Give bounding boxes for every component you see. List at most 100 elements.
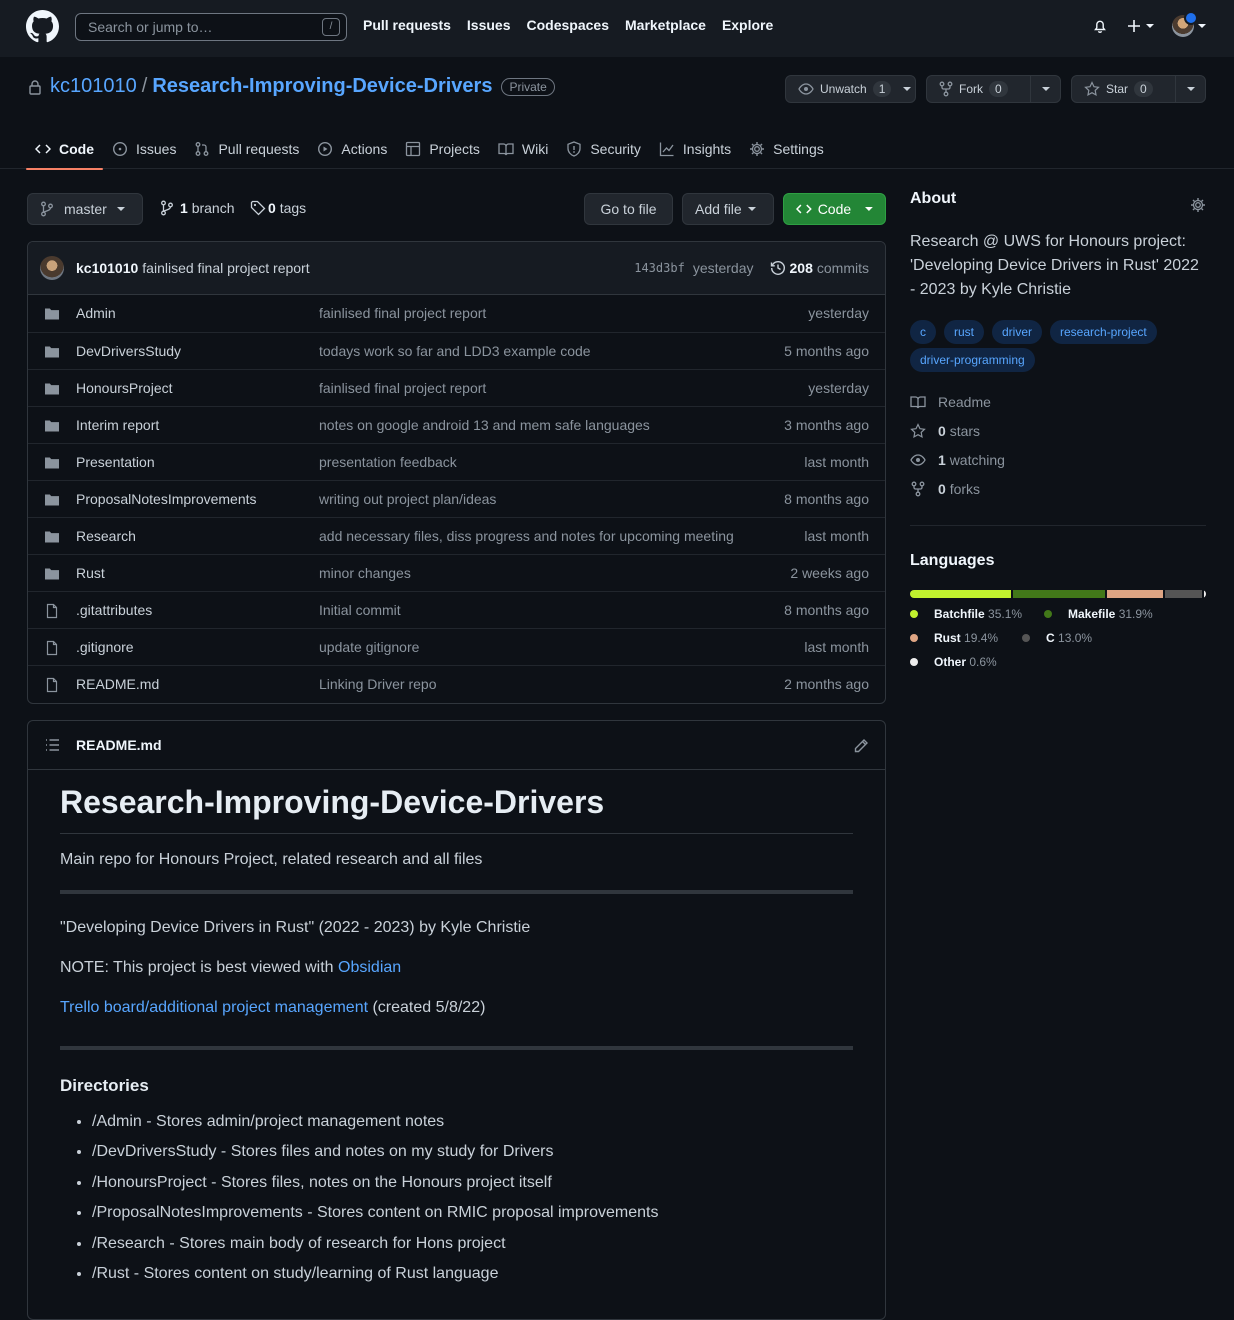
readme-link[interactable]: Readme — [910, 394, 991, 410]
unwatch-button[interactable]: Unwatch 1 — [785, 75, 916, 103]
add-file-button[interactable]: Add file — [682, 193, 774, 225]
github-logo-icon[interactable] — [26, 10, 59, 43]
topic-tag[interactable]: driver — [992, 320, 1043, 344]
file-commit-message[interactable]: fainlised final project report — [319, 305, 486, 321]
file-row[interactable]: ProposalNotesImprovements writing out pro… — [28, 480, 885, 517]
file-commit-message[interactable]: Linking Driver repo — [319, 676, 437, 692]
nav-codespaces[interactable]: Codespaces — [527, 17, 609, 33]
forks-link[interactable]: 0 forks — [910, 481, 980, 497]
folder-icon — [44, 566, 60, 582]
nav-issues[interactable]: Issues — [467, 17, 511, 33]
language-item[interactable]: Other 0.6% — [910, 655, 997, 669]
file-name-link[interactable]: Admin — [76, 305, 116, 321]
commit-history-link[interactable]: 208 commits — [770, 260, 869, 276]
topic-tag[interactable]: research-project — [1050, 320, 1157, 344]
tab-insights[interactable]: Insights — [650, 129, 740, 169]
commit-message[interactable]: fainlised final project report — [142, 260, 309, 276]
language-item[interactable]: C 13.0% — [1022, 631, 1092, 645]
code-download-button[interactable]: Code — [783, 193, 886, 225]
stars-link[interactable]: 0 stars — [910, 423, 980, 439]
user-menu-button[interactable] — [1172, 11, 1206, 37]
branches-link[interactable]: 1 branch — [160, 200, 235, 216]
file-row[interactable]: Presentation presentation feedback last mo… — [28, 443, 885, 480]
star-button[interactable]: Star 0 — [1071, 75, 1206, 103]
file-row[interactable]: HonoursProject fainlised final project re… — [28, 369, 885, 406]
file-name-link[interactable]: .gitattributes — [76, 602, 152, 618]
pencil-icon[interactable] — [853, 738, 869, 754]
tab-code[interactable]: Code — [26, 129, 103, 170]
file-commit-message[interactable]: Initial commit — [319, 602, 401, 618]
language-item[interactable]: Batchfile 35.1% — [910, 607, 1022, 621]
directories-list: /Admin - Stores admin/project management… — [60, 1110, 853, 1292]
language-item[interactable]: Makefile 31.9% — [1044, 607, 1153, 621]
tab-wiki[interactable]: Wiki — [489, 129, 557, 169]
tab-actions[interactable]: Actions — [308, 129, 396, 169]
file-name-link[interactable]: Presentation — [76, 454, 155, 470]
file-name-link[interactable]: Interim report — [76, 417, 159, 433]
commit-author[interactable]: kc101010 — [76, 260, 138, 276]
fork-button[interactable]: Fork 0 — [926, 75, 1061, 103]
go-to-file-button[interactable]: Go to file — [584, 193, 673, 225]
file-name-link[interactable]: README.md — [76, 676, 159, 692]
tab-pull-requests[interactable]: Pull requests — [185, 129, 308, 169]
avatar[interactable] — [40, 256, 64, 280]
file-row[interactable]: Admin fainlised final project report yeste… — [28, 295, 885, 332]
file-name-link[interactable]: DevDriversStudy — [76, 343, 181, 359]
branch-count: 1 — [180, 200, 188, 216]
file-commit-message[interactable]: fainlised final project report — [319, 380, 486, 396]
tab-security[interactable]: Security — [557, 129, 650, 169]
tab-label: Security — [590, 141, 641, 157]
trello-link[interactable]: Trello board/additional project manageme… — [60, 999, 368, 1016]
file-commit-message[interactable]: update gitignore — [319, 639, 419, 655]
file-commit-message[interactable]: minor changes — [319, 565, 411, 581]
topic-tag[interactable]: rust — [944, 320, 985, 344]
file-commit-message[interactable]: todays work so far and LDD3 example code — [319, 343, 591, 359]
commit-sha[interactable]: 143d3bf — [634, 261, 685, 275]
watching-link[interactable]: 1 watching — [910, 452, 1005, 468]
header-actions — [1092, 11, 1206, 37]
file-commit-message[interactable]: notes on google android 13 and mem safe … — [319, 417, 650, 433]
tab-projects[interactable]: Projects — [396, 129, 489, 169]
file-name-link[interactable]: Rust — [76, 565, 105, 581]
repo-name-link[interactable]: Research-Improving-Device-Drivers — [152, 75, 492, 98]
file-name-link[interactable]: Research — [76, 528, 136, 544]
branch-select-button[interactable]: master — [27, 193, 143, 225]
file-row[interactable]: Research add necessary files, diss progre… — [28, 517, 885, 554]
readme-panel: README.md Research-Improving-Device-Driv… — [27, 720, 886, 1320]
file-name-link[interactable]: .gitignore — [76, 639, 134, 655]
bell-icon[interactable] — [1092, 18, 1108, 34]
topic-tag[interactable]: driver-programming — [910, 348, 1035, 372]
file-row[interactable]: Interim report notes on google android 13… — [28, 406, 885, 443]
nav-pull-requests[interactable]: Pull requests — [363, 17, 451, 33]
file-row[interactable]: DevDriversStudy todays work so far and LD… — [28, 332, 885, 369]
file-name-link[interactable]: HonoursProject — [76, 380, 173, 396]
topic-tag[interactable]: c — [910, 320, 936, 344]
file-row[interactable]: .gitignore update gitignore last month — [28, 628, 885, 665]
commit-count-label: commits — [816, 260, 869, 276]
fork-dropdown[interactable] — [1030, 76, 1060, 102]
create-new-button[interactable] — [1126, 18, 1154, 34]
repo-owner-link[interactable]: kc101010 — [50, 75, 137, 98]
gear-icon[interactable] — [1190, 197, 1206, 213]
file-name-link[interactable]: ProposalNotesImprovements — [76, 491, 257, 507]
file-toolbar: master 1 branch 0 tags Go to file Add fi… — [27, 193, 886, 225]
file-commit-message[interactable]: add necessary files, diss progress and n… — [319, 528, 734, 544]
caret-down-icon[interactable] — [903, 85, 912, 93]
readme-filename[interactable]: README.md — [76, 737, 162, 753]
file-commit-message[interactable]: writing out project plan/ideas — [319, 491, 496, 507]
list-icon[interactable] — [44, 737, 60, 753]
watching-label: watching — [949, 452, 1005, 468]
file-row[interactable]: Rust minor changes 2 weeks ago — [28, 554, 885, 591]
file-row[interactable]: .gitattributes Initial commit 8 months ago — [28, 591, 885, 628]
tab-issues[interactable]: Issues — [103, 129, 185, 169]
nav-marketplace[interactable]: Marketplace — [625, 17, 706, 33]
file-commit-message[interactable]: presentation feedback — [319, 454, 457, 470]
obsidian-link[interactable]: Obsidian — [338, 959, 401, 976]
star-dropdown[interactable] — [1175, 76, 1205, 102]
file-row[interactable]: README.md Linking Driver repo 2 months ago — [28, 665, 885, 702]
language-item[interactable]: Rust 19.4% — [910, 631, 998, 645]
tab-settings[interactable]: Settings — [740, 129, 833, 169]
tags-link[interactable]: 0 tags — [250, 200, 306, 216]
nav-explore[interactable]: Explore — [722, 17, 773, 33]
search-input[interactable]: Search or jump to… / — [75, 13, 347, 41]
